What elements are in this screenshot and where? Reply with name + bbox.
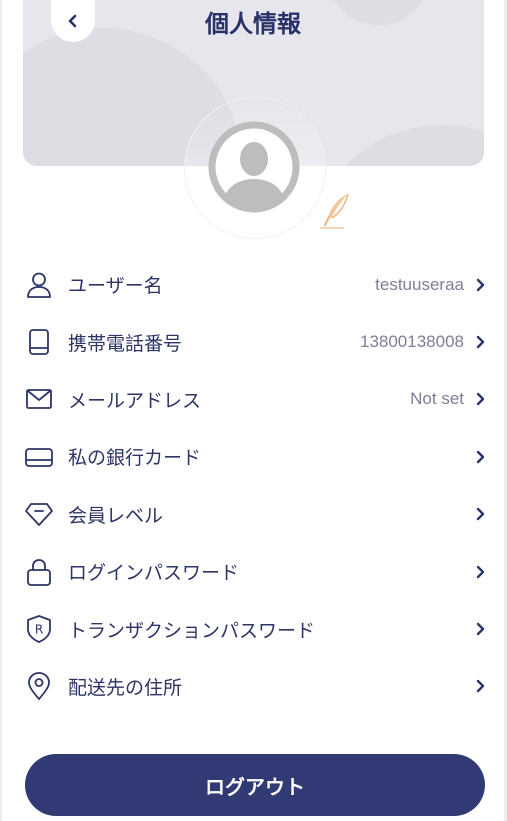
menu-item-username[interactable]: ユーザー名 testuuseraa: [2, 256, 504, 313]
avatar[interactable]: [208, 121, 300, 213]
menu-item-label: 携帯電話番号: [68, 332, 183, 355]
logout-button[interactable]: ログアウト: [25, 754, 485, 816]
menu-item-shipping-address[interactable]: 配送先の住所: [2, 658, 504, 715]
menu-item-value: 13800138008: [359, 332, 464, 352]
menu-item-email[interactable]: メールアドレス Not set: [2, 371, 504, 428]
shield-icon: R: [27, 615, 51, 643]
chevron-right-icon: [476, 393, 485, 406]
menu-item-label: 配送先の住所: [68, 676, 183, 699]
chevron-right-icon: [476, 622, 485, 636]
menu-item-label: 会員レベル: [68, 504, 164, 527]
location-pin-icon: [28, 672, 50, 701]
menu-item-value: Not set: [410, 389, 464, 409]
diamond-icon: [25, 503, 53, 527]
edit-icon[interactable]: [318, 191, 356, 231]
chevron-right-icon: [476, 335, 485, 349]
user-icon: [27, 272, 51, 298]
chevron-right-icon: [476, 508, 485, 521]
card-icon: [25, 447, 53, 467]
lock-icon: [27, 558, 51, 586]
menu-item-label: ユーザー名: [68, 275, 163, 298]
mail-icon: [26, 389, 52, 410]
menu-item-label: メールアドレス: [68, 389, 202, 412]
svg-text:R: R: [35, 623, 43, 637]
chevron-right-icon: [476, 278, 485, 291]
decorative-blob: [323, 125, 484, 166]
menu-item-bank-card[interactable]: 私の銀行カード: [2, 428, 504, 485]
menu-item-phone[interactable]: 携帯電話番号 13800138008: [2, 313, 504, 370]
page-title: 個人情報: [205, 10, 301, 38]
profile-page: 個人情報 ユーザー名 testuuseraa 携帯電話番号 1380013800…: [2, 0, 504, 821]
chevron-right-icon: [476, 565, 485, 578]
menu-item-member-level[interactable]: 会員レベル: [2, 486, 504, 543]
menu-item-login-password[interactable]: ログインパスワード: [2, 543, 504, 600]
profile-menu: ユーザー名 testuuseraa 携帯電話番号 13800138008 メール…: [2, 256, 504, 715]
phone-icon: [29, 329, 49, 355]
chevron-right-icon: [476, 450, 485, 464]
menu-item-label: 私の銀行カード: [68, 447, 202, 470]
menu-item-transaction-password[interactable]: R トランザクションパスワード: [2, 600, 504, 657]
menu-item-value: testuuseraa: [375, 274, 464, 294]
menu-item-label: トランザクションパスワード: [68, 619, 316, 642]
menu-item-label: ログインパスワード: [68, 562, 240, 585]
chevron-right-icon: [476, 680, 485, 693]
